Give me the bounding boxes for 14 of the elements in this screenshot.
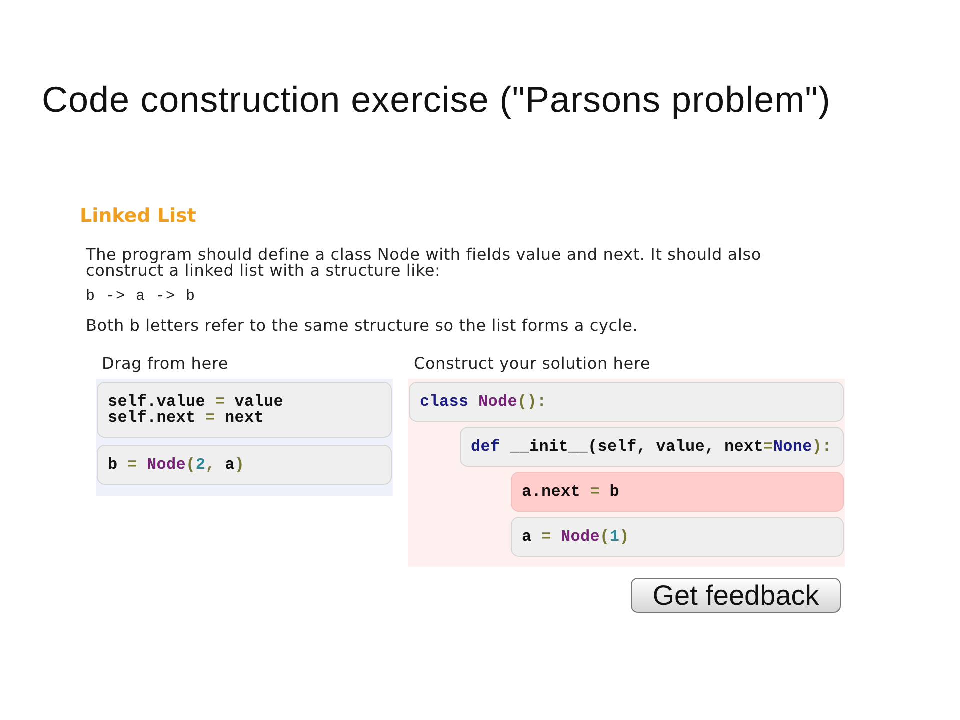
solution-label: Construct your solution here	[414, 355, 651, 373]
problem-description: The program should define a class Node with fields value and next. It should also construct a linked list with a structure like:	[86, 247, 762, 279]
code-block[interactable]: def __init__(self, value, next=None):	[460, 427, 844, 467]
source-label: Drag from here	[102, 355, 229, 373]
code-block[interactable]: b = Node(2, a)	[97, 445, 392, 485]
hint-text: Both b letters refer to the same structure so the list forms a cycle.	[86, 318, 638, 334]
code-block[interactable]: class Node():	[409, 382, 844, 422]
code-block[interactable]: a = Node(1)	[511, 517, 844, 557]
structure-example: b -> a -> b	[86, 288, 196, 306]
exercise-title: Linked List	[80, 205, 196, 227]
page-title: Code construction exercise ("Parsons problem")	[42, 80, 831, 120]
get-feedback-button[interactable]: Get feedback	[631, 578, 841, 613]
code-block[interactable]: self.value = value self.next = next	[97, 382, 392, 438]
incorrect-code-block[interactable]: a.next = b	[511, 472, 844, 512]
